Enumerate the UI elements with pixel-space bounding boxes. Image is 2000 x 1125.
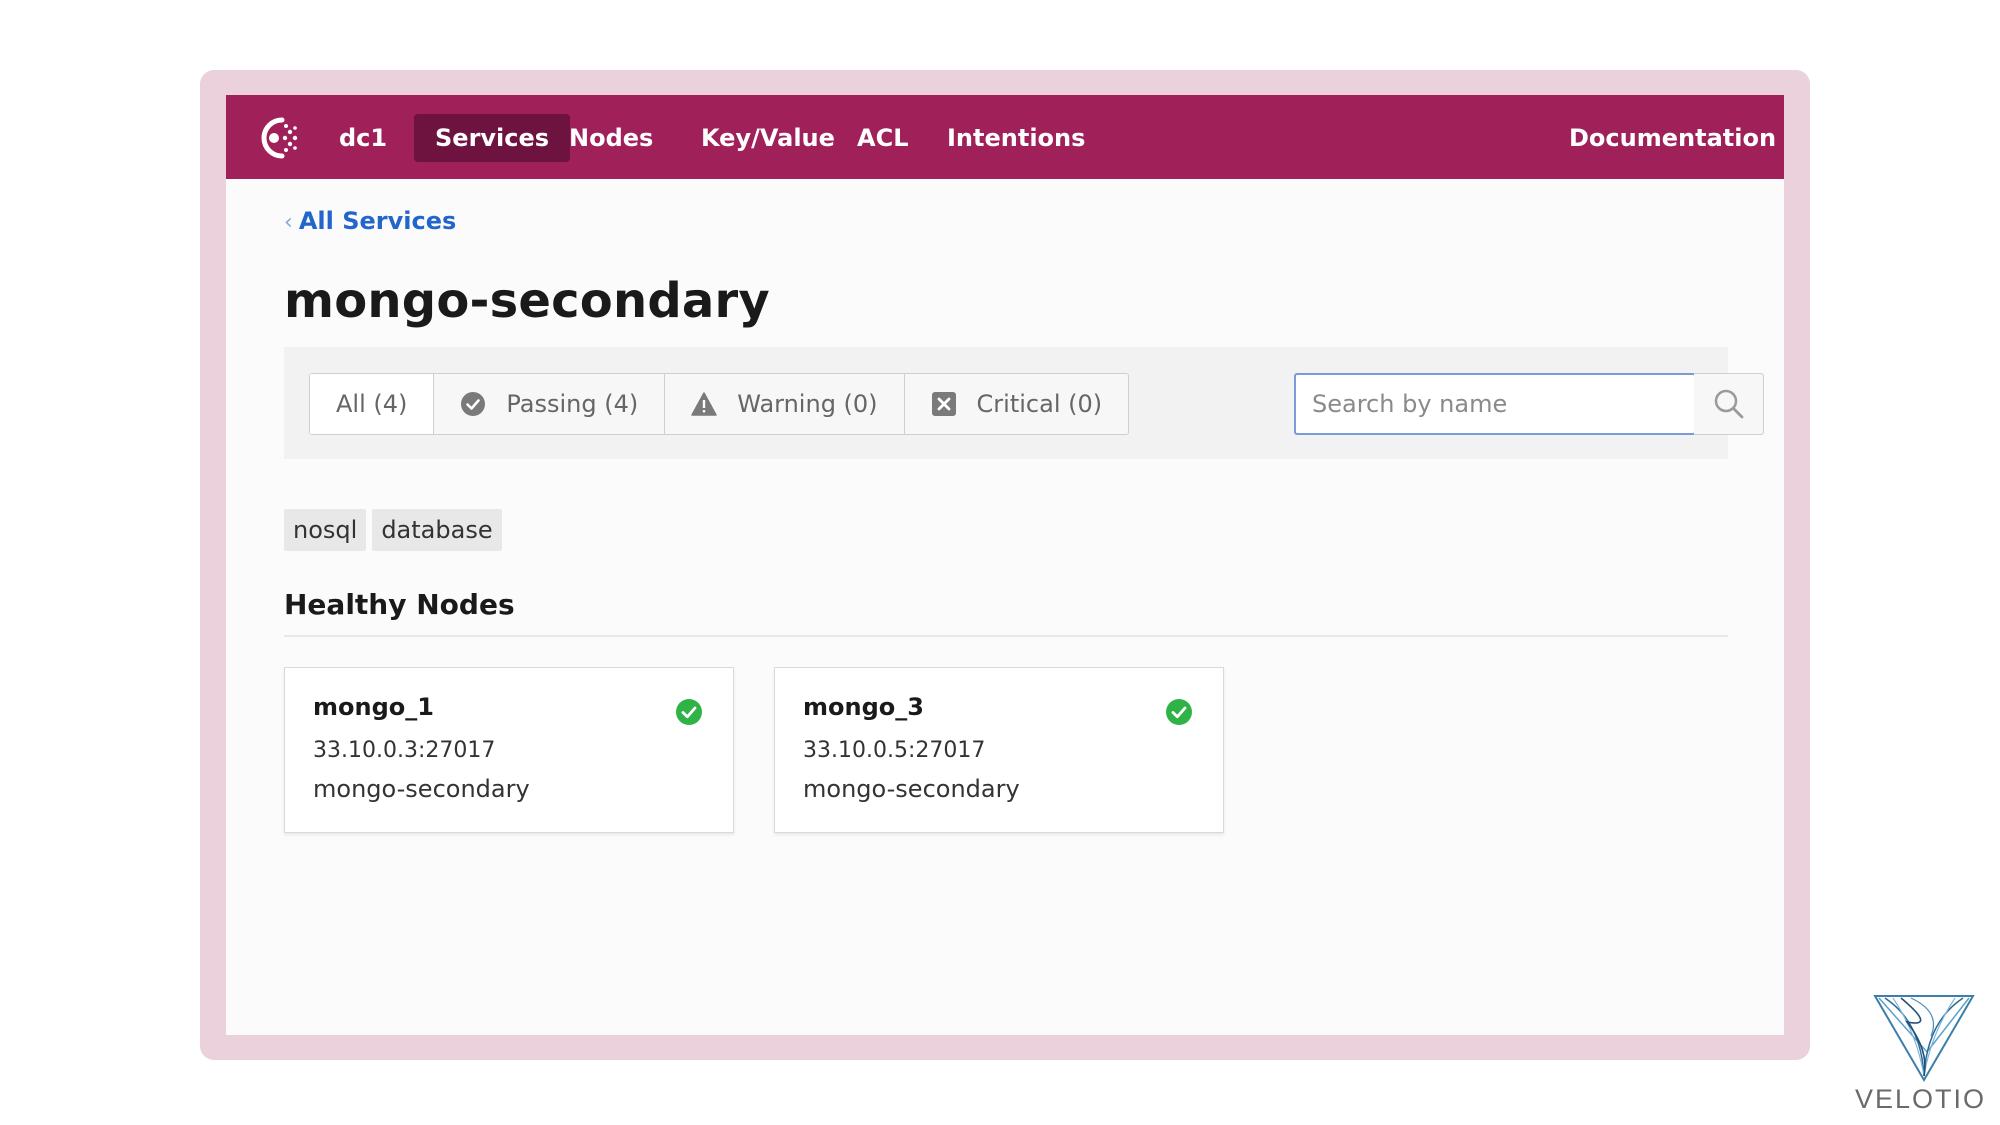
service-tags: nosql database	[284, 509, 502, 551]
filter-bar: All (4) Passing (4) Warning (0) Critical…	[284, 347, 1764, 459]
node-service: mongo-secondary	[313, 775, 530, 803]
tag-database: database	[372, 509, 502, 551]
velotio-watermark: VELOTIO	[1855, 992, 1987, 1114]
healthy-nodes-heading: Healthy Nodes	[284, 588, 515, 621]
tag-nosql: nosql	[284, 509, 367, 551]
datacenter-selector[interactable]: dc1	[318, 114, 408, 162]
passing-check-icon	[1166, 699, 1192, 725]
search-button[interactable]	[1694, 373, 1764, 435]
passing-check-icon	[676, 699, 702, 725]
search-input[interactable]	[1294, 373, 1696, 435]
search-icon	[1714, 389, 1743, 419]
nav-key-value[interactable]: Key/Value	[680, 114, 856, 162]
nav-acl[interactable]: ACL	[836, 114, 929, 162]
filter-all-label: All (4)	[336, 390, 408, 418]
search-box	[1294, 373, 1766, 435]
nav-intentions[interactable]: Intentions	[926, 114, 1106, 162]
filter-critical[interactable]: Critical (0)	[905, 374, 1129, 434]
filter-critical-label: Critical (0)	[976, 390, 1103, 418]
consul-logo-icon[interactable]	[252, 112, 304, 164]
filter-warning[interactable]: Warning (0)	[665, 374, 905, 434]
critical-x-square-icon	[931, 392, 956, 416]
filter-passing-label: Passing (4)	[506, 390, 639, 418]
consul-ui: dc1 Services Nodes Key/Value ACL Intenti…	[226, 95, 1784, 1035]
filter-all[interactable]: All (4)	[310, 374, 435, 434]
page-title: mongo-secondary	[284, 273, 770, 329]
node-address: 33.10.0.5:27017	[803, 738, 986, 763]
check-circle-icon	[461, 392, 486, 416]
nav-documentation[interactable]: Documentation	[1548, 114, 1784, 162]
top-nav: dc1 Services Nodes Key/Value ACL Intenti…	[226, 95, 1784, 179]
chevron-left-icon: ‹	[284, 210, 293, 235]
breadcrumb-label: All Services	[298, 207, 457, 235]
warning-triangle-icon	[691, 392, 717, 416]
node-name: mongo_1	[313, 693, 434, 721]
nav-nodes[interactable]: Nodes	[548, 114, 674, 162]
velotio-text: VELOTIO	[1855, 1084, 1987, 1114]
velotio-logo-icon	[1873, 995, 1975, 1082]
section-divider	[284, 635, 1728, 637]
node-name: mongo_3	[803, 693, 924, 721]
nav-services[interactable]: Services	[414, 114, 571, 162]
breadcrumb-all-services[interactable]: ‹ All Services	[284, 203, 456, 239]
node-address: 33.10.0.3:27017	[313, 738, 496, 763]
filter-warning-label: Warning (0)	[737, 390, 878, 418]
node-card-mongo-3[interactable]: mongo_3 33.10.0.5:27017 mongo-secondary	[774, 667, 1224, 833]
slide: dc1 Services Nodes Key/Value ACL Intenti…	[0, 0, 2000, 1125]
node-service: mongo-secondary	[803, 775, 1020, 803]
filter-passing[interactable]: Passing (4)	[434, 374, 666, 434]
health-filter-tabs: All (4) Passing (4) Warning (0) Critical…	[309, 373, 1130, 435]
node-card-mongo-1[interactable]: mongo_1 33.10.0.3:27017 mongo-secondary	[284, 667, 734, 833]
